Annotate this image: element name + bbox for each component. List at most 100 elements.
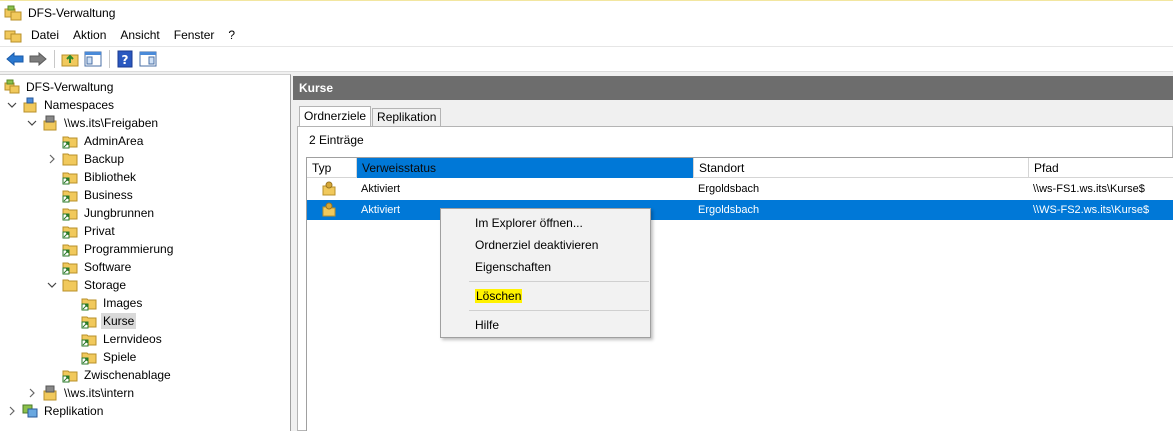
dfs-link-folder-icon — [81, 316, 97, 329]
action-pane-button[interactable] — [137, 48, 159, 70]
tab-ordnerziele[interactable]: Ordnerziele — [299, 106, 372, 127]
help-button[interactable]: ? — [114, 48, 136, 70]
forward-button[interactable] — [27, 48, 49, 70]
show-hide-tree-button[interactable] — [82, 48, 104, 70]
menu-ansicht[interactable]: Ansicht — [113, 24, 166, 46]
cell-location: Ergoldsbach — [698, 183, 760, 195]
context-menu: Im Explorer öffnen... Ordnerziel deaktiv… — [440, 208, 651, 338]
app-menu-icon[interactable] — [4, 27, 22, 43]
tab-strip: Ordnerziele Replikation — [299, 106, 442, 127]
tree-label: Spiele — [103, 350, 137, 364]
chevron-down-icon[interactable] — [26, 117, 38, 129]
tree-label: Replikation — [44, 404, 104, 418]
tree-label: Namespaces — [44, 98, 115, 112]
tree-item-software[interactable]: Software — [46, 258, 133, 276]
help-icon: ? — [117, 50, 133, 68]
folder-targets-list[interactable]: Typ Verweisstatus Standort Pfad Aktivier… — [306, 157, 1173, 431]
tree-item-programmierung[interactable]: Programmierung — [46, 240, 175, 258]
tree-item-intern[interactable]: \\ws.its\intern — [26, 384, 136, 402]
menu-item-hilfe[interactable]: Hilfe — [443, 314, 648, 336]
dfs-link-folder-icon — [62, 136, 78, 149]
menu-item-im-explorer-oeffnen[interactable]: Im Explorer öffnen... — [443, 212, 648, 234]
up-level-button[interactable] — [59, 48, 81, 70]
menu-datei[interactable]: Datei — [24, 24, 66, 46]
table-row[interactable]: Aktiviert Ergoldsbach \\WS-FS2.ws.its\Ku… — [307, 200, 1173, 220]
tree-label: Programmierung — [84, 242, 174, 256]
tree-label: Backup — [84, 152, 125, 166]
tree-item-zwischenablage[interactable]: Zwischenablage — [46, 366, 173, 384]
tree-item-spiele[interactable]: Spiele — [65, 348, 138, 366]
tree-label: Software — [84, 260, 132, 274]
folder-target-icon — [322, 202, 336, 217]
dfs-link-folder-icon — [81, 334, 97, 347]
console-tree-icon — [84, 51, 102, 67]
tab-content: 2 Einträge Typ Verweisstatus Standort Pf… — [297, 126, 1173, 431]
tree-label: Privat — [84, 224, 115, 238]
column-header-standort[interactable]: Standort — [694, 158, 1029, 178]
window-title: DFS-Verwaltung — [28, 5, 116, 20]
detail-title: Kurse — [293, 76, 1173, 100]
dfs-link-folder-icon — [62, 208, 78, 221]
svg-text:?: ? — [122, 53, 129, 67]
namespace-server-icon — [43, 385, 57, 401]
tree-item-privat[interactable]: Privat — [46, 222, 117, 240]
menu-item-eigenschaften[interactable]: Eigenschaften — [443, 256, 648, 278]
menu-separator — [469, 281, 649, 282]
tree-label: Lernvideos — [103, 332, 162, 346]
tree-item-freigaben[interactable]: \\ws.its\Freigaben — [26, 114, 160, 132]
menu-item-loeschen[interactable]: Löschen — [443, 285, 648, 307]
tree-item-bibliothek[interactable]: Bibliothek — [46, 168, 138, 186]
namespace-icon — [23, 97, 37, 113]
dfs-link-folder-icon — [62, 244, 78, 257]
tree-label: DFS-Verwaltung — [26, 80, 114, 94]
tree-label: Kurse — [101, 313, 137, 329]
column-header-typ[interactable]: Typ — [307, 158, 357, 178]
tree-item-business[interactable]: Business — [46, 186, 135, 204]
folder-icon — [62, 153, 78, 166]
dfs-app-icon — [4, 79, 20, 94]
dfs-link-folder-icon — [62, 226, 78, 239]
tree-item-kurse[interactable]: Kurse — [65, 312, 137, 330]
tree-item-namespaces[interactable]: Namespaces — [6, 96, 116, 114]
menu-fenster[interactable]: Fenster — [167, 24, 222, 46]
tree-item-storage[interactable]: Storage — [46, 276, 128, 294]
cell-status: Aktiviert — [361, 183, 401, 195]
tab-replikation[interactable]: Replikation — [372, 108, 442, 126]
tree-item-replikation[interactable]: Replikation — [6, 402, 105, 420]
chevron-right-icon[interactable] — [6, 405, 18, 417]
cell-status: Aktiviert — [361, 204, 401, 216]
tree-label: Storage — [84, 278, 127, 292]
tree-item-dfs-verwaltung[interactable]: DFS-Verwaltung — [4, 78, 115, 96]
dfs-link-folder-icon — [62, 190, 78, 203]
list-header: Typ Verweisstatus Standort Pfad — [307, 158, 1173, 178]
tree-item-adminarea[interactable]: AdminArea — [46, 132, 145, 150]
menu-item-ordnerziel-deaktivieren[interactable]: Ordnerziel deaktivieren — [443, 234, 648, 256]
namespace-server-icon — [43, 115, 57, 131]
title-bar: DFS-Verwaltung — [0, 0, 1173, 24]
tree-item-images[interactable]: Images — [65, 294, 144, 312]
tree-item-lernvideos[interactable]: Lernvideos — [65, 330, 164, 348]
dfs-link-folder-icon — [62, 172, 78, 185]
arrow-left-icon — [6, 52, 24, 66]
dfs-link-folder-icon — [81, 298, 97, 311]
chevron-right-icon[interactable] — [46, 153, 58, 165]
menu-separator — [469, 310, 649, 311]
chevron-down-icon[interactable] — [6, 99, 18, 111]
table-row[interactable]: Aktiviert Ergoldsbach \\ws-FS1.ws.its\Ku… — [307, 179, 1173, 199]
entry-count: 2 Einträge — [309, 133, 364, 147]
toolbar-separator — [109, 50, 110, 68]
menu-aktion[interactable]: Aktion — [66, 24, 113, 46]
tree-item-jungbrunnen[interactable]: Jungbrunnen — [46, 204, 156, 222]
column-header-pfad[interactable]: Pfad — [1029, 158, 1173, 178]
chevron-down-icon[interactable] — [46, 279, 58, 291]
chevron-right-icon[interactable] — [26, 387, 38, 399]
action-pane-icon — [139, 51, 157, 67]
tree-label: Zwischenablage — [84, 368, 171, 382]
toolbar: ? — [0, 46, 1173, 72]
tree-label: AdminArea — [84, 134, 144, 148]
column-header-verweisstatus[interactable]: Verweisstatus — [357, 158, 694, 178]
back-button[interactable] — [4, 48, 26, 70]
console-tree: DFS-Verwaltung Namespaces \\ws.its\Freig… — [0, 74, 291, 431]
tree-item-backup[interactable]: Backup — [46, 150, 126, 168]
menu-help[interactable]: ? — [221, 24, 242, 46]
